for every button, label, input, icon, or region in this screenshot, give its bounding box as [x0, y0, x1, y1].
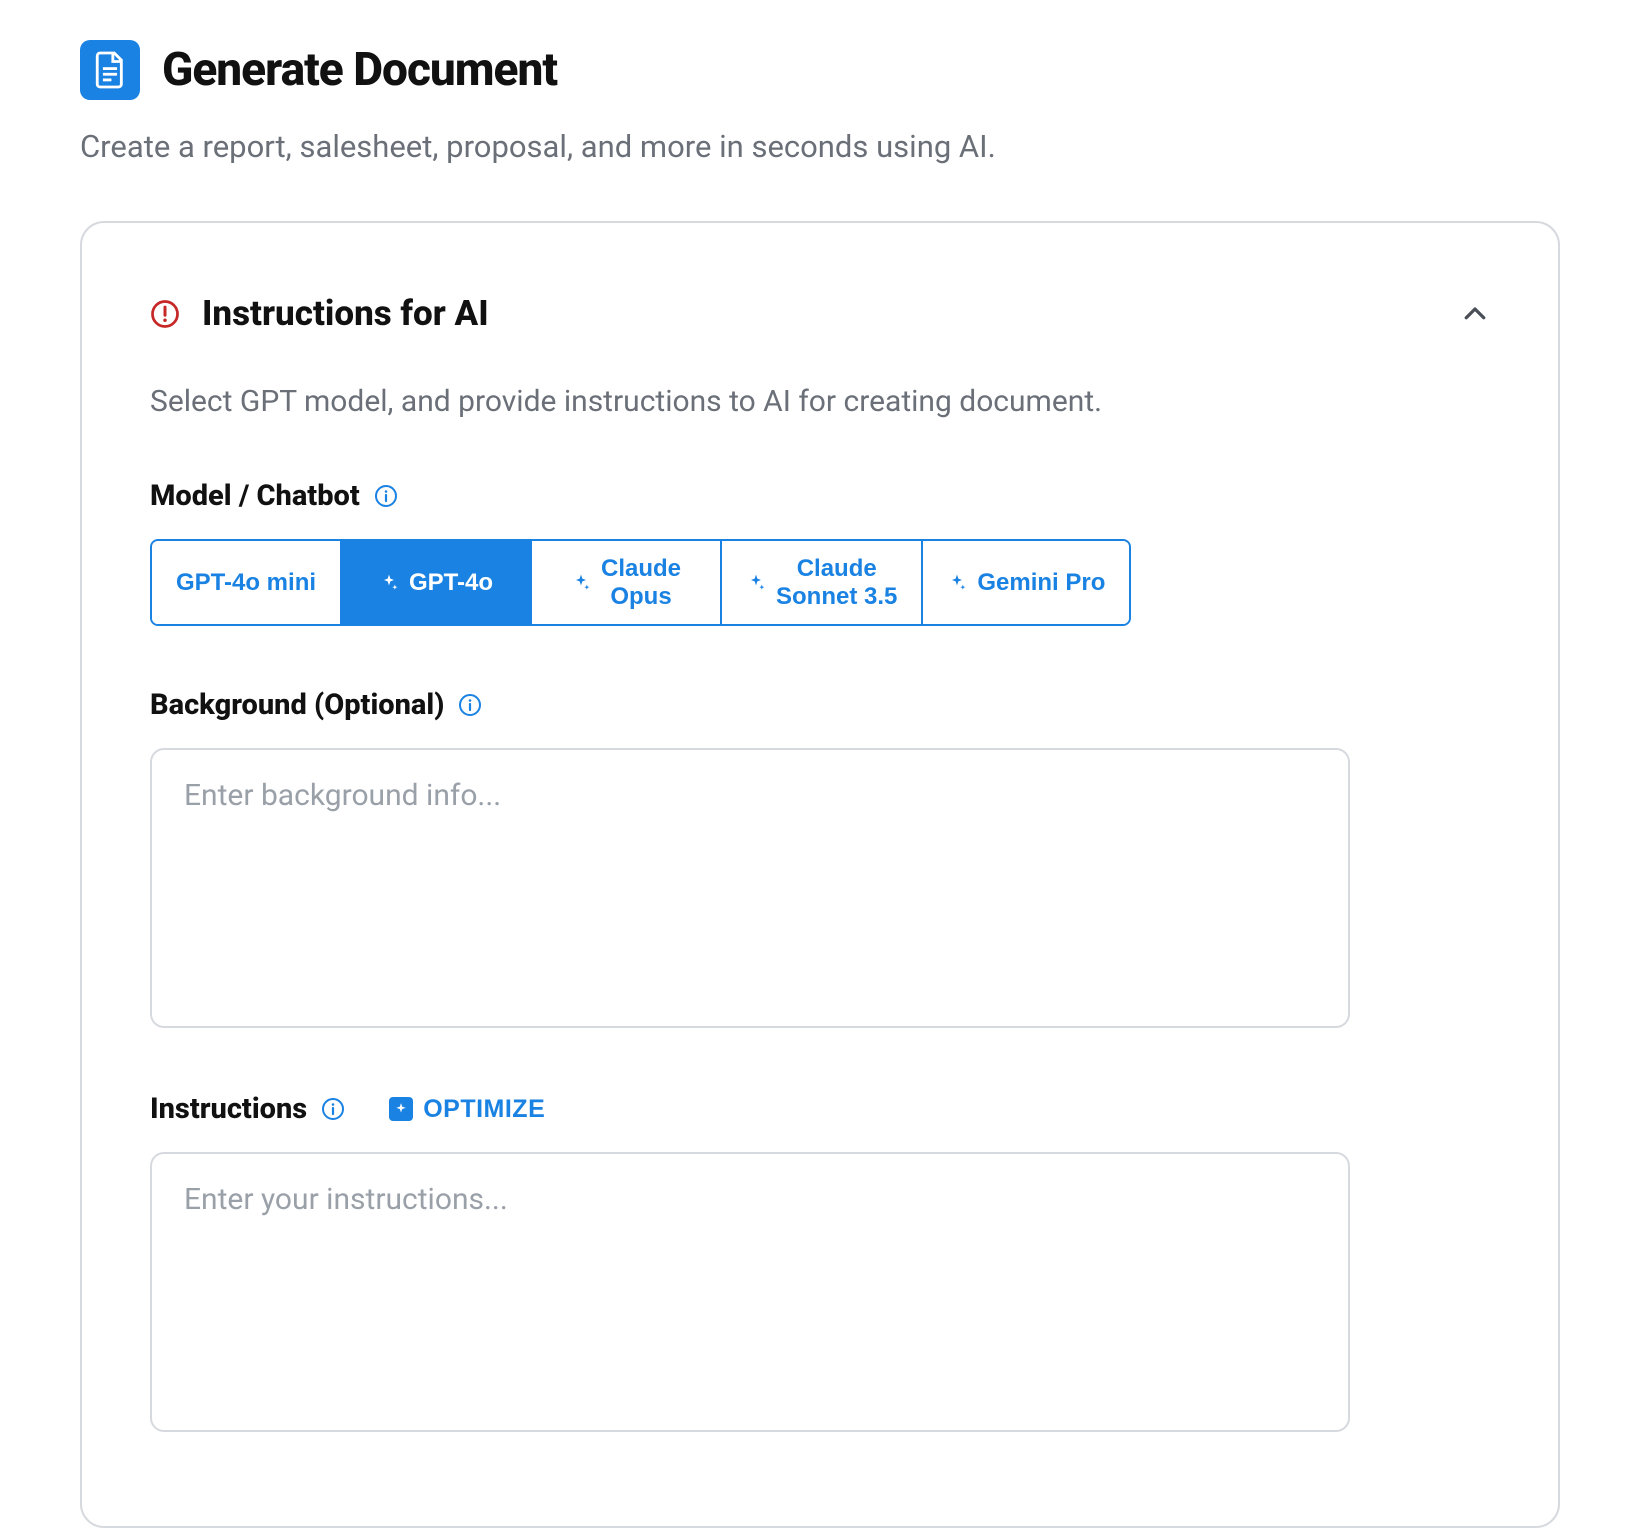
instructions-input[interactable]	[150, 1152, 1350, 1432]
alert-circle-icon	[150, 299, 180, 329]
background-label-row: Background (Optional)	[150, 688, 1490, 722]
model-option-gpt-4o-mini[interactable]: GPT-4o mini	[152, 541, 342, 624]
model-selector: GPT-4o miniGPT-4oClaudeOpusClaudeSonnet …	[150, 539, 1131, 626]
model-option-gpt-4o[interactable]: GPT-4o	[342, 541, 532, 624]
document-icon	[80, 40, 140, 100]
model-label: Model / Chatbot	[150, 479, 360, 513]
background-label: Background (Optional)	[150, 688, 444, 722]
info-icon[interactable]	[458, 693, 482, 717]
info-icon[interactable]	[374, 484, 398, 508]
page-title: Generate Document	[162, 43, 557, 97]
model-label-row: Model / Chatbot	[150, 479, 1490, 513]
background-input[interactable]	[150, 748, 1350, 1028]
section-description: Select GPT model, and provide instructio…	[150, 384, 1490, 419]
section-header[interactable]: Instructions for AI	[150, 293, 1490, 334]
model-option-claude-sonnet-3-5[interactable]: ClaudeSonnet 3.5	[722, 541, 923, 624]
instructions-label-row: Instructions OPTIMIZE	[150, 1092, 1490, 1126]
page-header: Generate Document	[80, 40, 1560, 100]
section-title: Instructions for AI	[202, 293, 489, 334]
chevron-up-icon[interactable]	[1460, 299, 1490, 329]
model-option-claude-opus[interactable]: ClaudeOpus	[532, 541, 722, 624]
sparkle-icon	[389, 1097, 413, 1121]
optimize-button[interactable]: OPTIMIZE	[389, 1095, 545, 1124]
info-icon[interactable]	[321, 1097, 345, 1121]
instructions-label: Instructions	[150, 1092, 307, 1126]
optimize-label: OPTIMIZE	[423, 1095, 545, 1124]
page-subtitle: Create a report, salesheet, proposal, an…	[80, 128, 1560, 165]
model-option-gemini-pro[interactable]: Gemini Pro	[923, 541, 1129, 624]
instructions-card: Instructions for AI Select GPT model, an…	[80, 221, 1560, 1528]
